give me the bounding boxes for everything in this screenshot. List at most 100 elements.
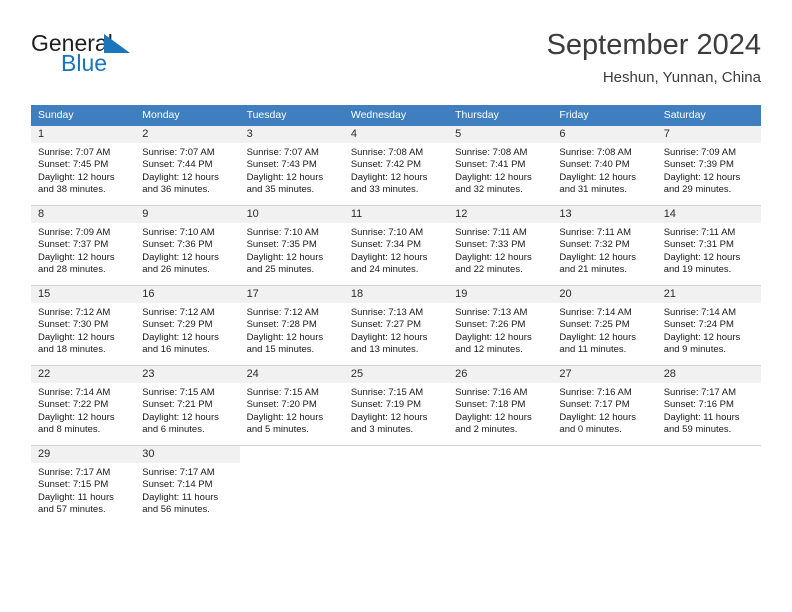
day-cell[interactable]: 1 Sunrise: 7:07 AM Sunset: 7:45 PM Dayli… <box>31 126 136 206</box>
day-cell[interactable]: 15 Sunrise: 7:12 AM Sunset: 7:30 PM Dayl… <box>31 285 136 366</box>
day-cell[interactable]: 10 Sunrise: 7:10 AM Sunset: 7:35 PM Dayl… <box>239 205 344 286</box>
day-cell[interactable]: 25 Sunrise: 7:15 AM Sunset: 7:19 PM Dayl… <box>343 365 449 446</box>
daylight-text-line1: Daylight: 12 hours <box>350 171 428 183</box>
day-cell-empty <box>343 445 449 525</box>
sunset-text: Sunset: 7:29 PM <box>142 319 213 331</box>
day-cell[interactable]: 19 Sunrise: 7:13 AM Sunset: 7:26 PM Dayl… <box>448 285 553 366</box>
day-number: 20 <box>552 286 657 303</box>
weekday-header-sunday: Sunday <box>31 105 136 126</box>
day-details: Sunrise: 7:07 AM Sunset: 7:45 PM Dayligh… <box>31 143 135 197</box>
daylight-text-line2: and 15 minutes. <box>246 344 315 356</box>
sunset-text: Sunset: 7:42 PM <box>350 159 422 171</box>
sunset-text: Sunset: 7:32 PM <box>559 239 630 251</box>
weekday-header-friday: Friday <box>552 105 657 126</box>
day-number: 9 <box>135 206 240 223</box>
day-cell[interactable]: 30 Sunrise: 7:17 AM Sunset: 7:14 PM Dayl… <box>135 445 240 525</box>
generalblue-logo[interactable]: General Blue <box>31 32 211 84</box>
sunset-text: Sunset: 7:28 PM <box>246 319 317 331</box>
daylight-text-line2: and 12 minutes. <box>455 344 523 356</box>
daylight-text-line1: Daylight: 12 hours <box>663 171 741 183</box>
day-cell[interactable]: 4 Sunrise: 7:08 AM Sunset: 7:42 PM Dayli… <box>343 126 449 206</box>
sunset-text: Sunset: 7:18 PM <box>455 399 526 411</box>
day-cell[interactable]: 28 Sunrise: 7:17 AM Sunset: 7:16 PM Dayl… <box>656 365 761 446</box>
daylight-text-line2: and 28 minutes. <box>38 264 106 276</box>
day-cell[interactable]: 24 Sunrise: 7:15 AM Sunset: 7:20 PM Dayl… <box>239 365 344 446</box>
day-cell[interactable]: 23 Sunrise: 7:15 AM Sunset: 7:21 PM Dayl… <box>135 365 240 446</box>
sunset-text: Sunset: 7:27 PM <box>350 319 422 331</box>
day-cell[interactable]: 29 Sunrise: 7:17 AM Sunset: 7:15 PM Dayl… <box>31 445 136 525</box>
day-cell[interactable]: 11 Sunrise: 7:10 AM Sunset: 7:34 PM Dayl… <box>343 205 449 286</box>
sunrise-text: Sunrise: 7:10 AM <box>142 227 215 238</box>
day-details: Sunrise: 7:08 AM Sunset: 7:40 PM Dayligh… <box>552 143 656 197</box>
sunset-text: Sunset: 7:44 PM <box>142 159 213 171</box>
day-cell[interactable]: 17 Sunrise: 7:12 AM Sunset: 7:28 PM Dayl… <box>239 285 344 366</box>
daylight-text-line1: Daylight: 12 hours <box>559 331 636 343</box>
daylight-text-line1: Daylight: 11 hours <box>663 411 740 423</box>
day-cell[interactable]: 8 Sunrise: 7:09 AM Sunset: 7:37 PM Dayli… <box>31 205 136 286</box>
daylight-text-line2: and 6 minutes. <box>142 424 205 436</box>
sunrise-text: Sunrise: 7:16 AM <box>559 387 632 398</box>
sunrise-text: Sunrise: 7:14 AM <box>38 387 111 398</box>
day-number: 15 <box>31 286 136 303</box>
day-cell[interactable]: 6 Sunrise: 7:08 AM Sunset: 7:40 PM Dayli… <box>552 126 657 206</box>
day-cell[interactable]: 22 Sunrise: 7:14 AM Sunset: 7:22 PM Dayl… <box>31 365 136 446</box>
day-cell[interactable]: 18 Sunrise: 7:13 AM Sunset: 7:27 PM Dayl… <box>343 285 449 366</box>
day-details: Sunrise: 7:10 AM Sunset: 7:36 PM Dayligh… <box>135 223 239 277</box>
day-cell[interactable]: 3 Sunrise: 7:07 AM Sunset: 7:43 PM Dayli… <box>239 126 344 206</box>
daylight-text-line1: Daylight: 12 hours <box>455 331 532 343</box>
sunrise-text: Sunrise: 7:12 AM <box>38 307 111 318</box>
sunrise-text: Sunrise: 7:11 AM <box>663 227 736 238</box>
daylight-text-line1: Daylight: 12 hours <box>559 251 636 263</box>
daylight-text-line1: Daylight: 12 hours <box>246 171 324 183</box>
sunrise-text: Sunrise: 7:14 AM <box>663 307 737 318</box>
daylight-text-line1: Daylight: 12 hours <box>38 411 115 423</box>
day-cell-empty <box>656 445 761 525</box>
page-header: General Blue September 2024 Heshun, Yunn… <box>31 28 761 100</box>
day-number <box>344 446 448 463</box>
sunrise-text: Sunrise: 7:08 AM <box>350 147 424 158</box>
daylight-text-line1: Daylight: 12 hours <box>246 331 324 343</box>
day-cell-empty <box>552 445 657 525</box>
day-cell[interactable]: 16 Sunrise: 7:12 AM Sunset: 7:29 PM Dayl… <box>135 285 240 366</box>
daylight-text-line2: and 19 minutes. <box>663 264 732 276</box>
title-block: September 2024 Heshun, Yunnan, China <box>547 28 761 87</box>
day-number <box>240 446 344 463</box>
week-row: 1 Sunrise: 7:07 AM Sunset: 7:45 PM Dayli… <box>31 126 761 206</box>
day-cell[interactable]: 27 Sunrise: 7:16 AM Sunset: 7:17 PM Dayl… <box>552 365 657 446</box>
day-cell[interactable]: 20 Sunrise: 7:14 AM Sunset: 7:25 PM Dayl… <box>552 285 657 366</box>
day-cell[interactable]: 21 Sunrise: 7:14 AM Sunset: 7:24 PM Dayl… <box>656 285 761 366</box>
sunrise-text: Sunrise: 7:09 AM <box>38 227 111 238</box>
daylight-text-line2: and 29 minutes. <box>663 184 732 196</box>
daylight-text-line1: Daylight: 12 hours <box>455 251 532 263</box>
day-details: Sunrise: 7:13 AM Sunset: 7:26 PM Dayligh… <box>448 303 552 357</box>
day-details: Sunrise: 7:15 AM Sunset: 7:21 PM Dayligh… <box>135 383 239 437</box>
daylight-text-line2: and 33 minutes. <box>350 184 419 196</box>
day-details: Sunrise: 7:17 AM Sunset: 7:16 PM Dayligh… <box>657 383 761 437</box>
day-cell[interactable]: 2 Sunrise: 7:07 AM Sunset: 7:44 PM Dayli… <box>135 126 240 206</box>
day-details: Sunrise: 7:09 AM Sunset: 7:37 PM Dayligh… <box>31 223 135 277</box>
sunrise-text: Sunrise: 7:14 AM <box>559 307 632 318</box>
daylight-text-line2: and 26 minutes. <box>142 264 210 276</box>
sunset-text: Sunset: 7:24 PM <box>663 319 734 331</box>
day-details: Sunrise: 7:10 AM Sunset: 7:34 PM Dayligh… <box>344 223 448 277</box>
day-number: 25 <box>343 366 449 383</box>
day-details: Sunrise: 7:08 AM Sunset: 7:42 PM Dayligh… <box>344 143 448 197</box>
day-number: 5 <box>448 126 553 143</box>
day-cell[interactable]: 12 Sunrise: 7:11 AM Sunset: 7:33 PM Dayl… <box>448 205 553 286</box>
daylight-text-line1: Daylight: 12 hours <box>38 331 115 343</box>
sunset-text: Sunset: 7:37 PM <box>38 239 109 251</box>
day-cell[interactable]: 14 Sunrise: 7:11 AM Sunset: 7:31 PM Dayl… <box>656 205 761 286</box>
day-cell[interactable]: 13 Sunrise: 7:11 AM Sunset: 7:32 PM Dayl… <box>552 205 657 286</box>
daylight-text-line1: Daylight: 12 hours <box>38 171 115 183</box>
day-number: 3 <box>239 126 344 143</box>
daylight-text-line1: Daylight: 11 hours <box>38 491 114 503</box>
sunrise-text: Sunrise: 7:08 AM <box>455 147 528 158</box>
day-cell[interactable]: 7 Sunrise: 7:09 AM Sunset: 7:39 PM Dayli… <box>656 126 761 206</box>
daylight-text-line2: and 2 minutes. <box>455 424 518 436</box>
day-cell[interactable]: 26 Sunrise: 7:16 AM Sunset: 7:18 PM Dayl… <box>448 365 553 446</box>
day-cell[interactable]: 5 Sunrise: 7:08 AM Sunset: 7:41 PM Dayli… <box>448 126 553 206</box>
logo-text-blue: Blue <box>61 50 108 76</box>
day-cell[interactable]: 9 Sunrise: 7:10 AM Sunset: 7:36 PM Dayli… <box>135 205 240 286</box>
daylight-text-line2: and 35 minutes. <box>246 184 315 196</box>
daylight-text-line1: Daylight: 12 hours <box>559 411 636 423</box>
